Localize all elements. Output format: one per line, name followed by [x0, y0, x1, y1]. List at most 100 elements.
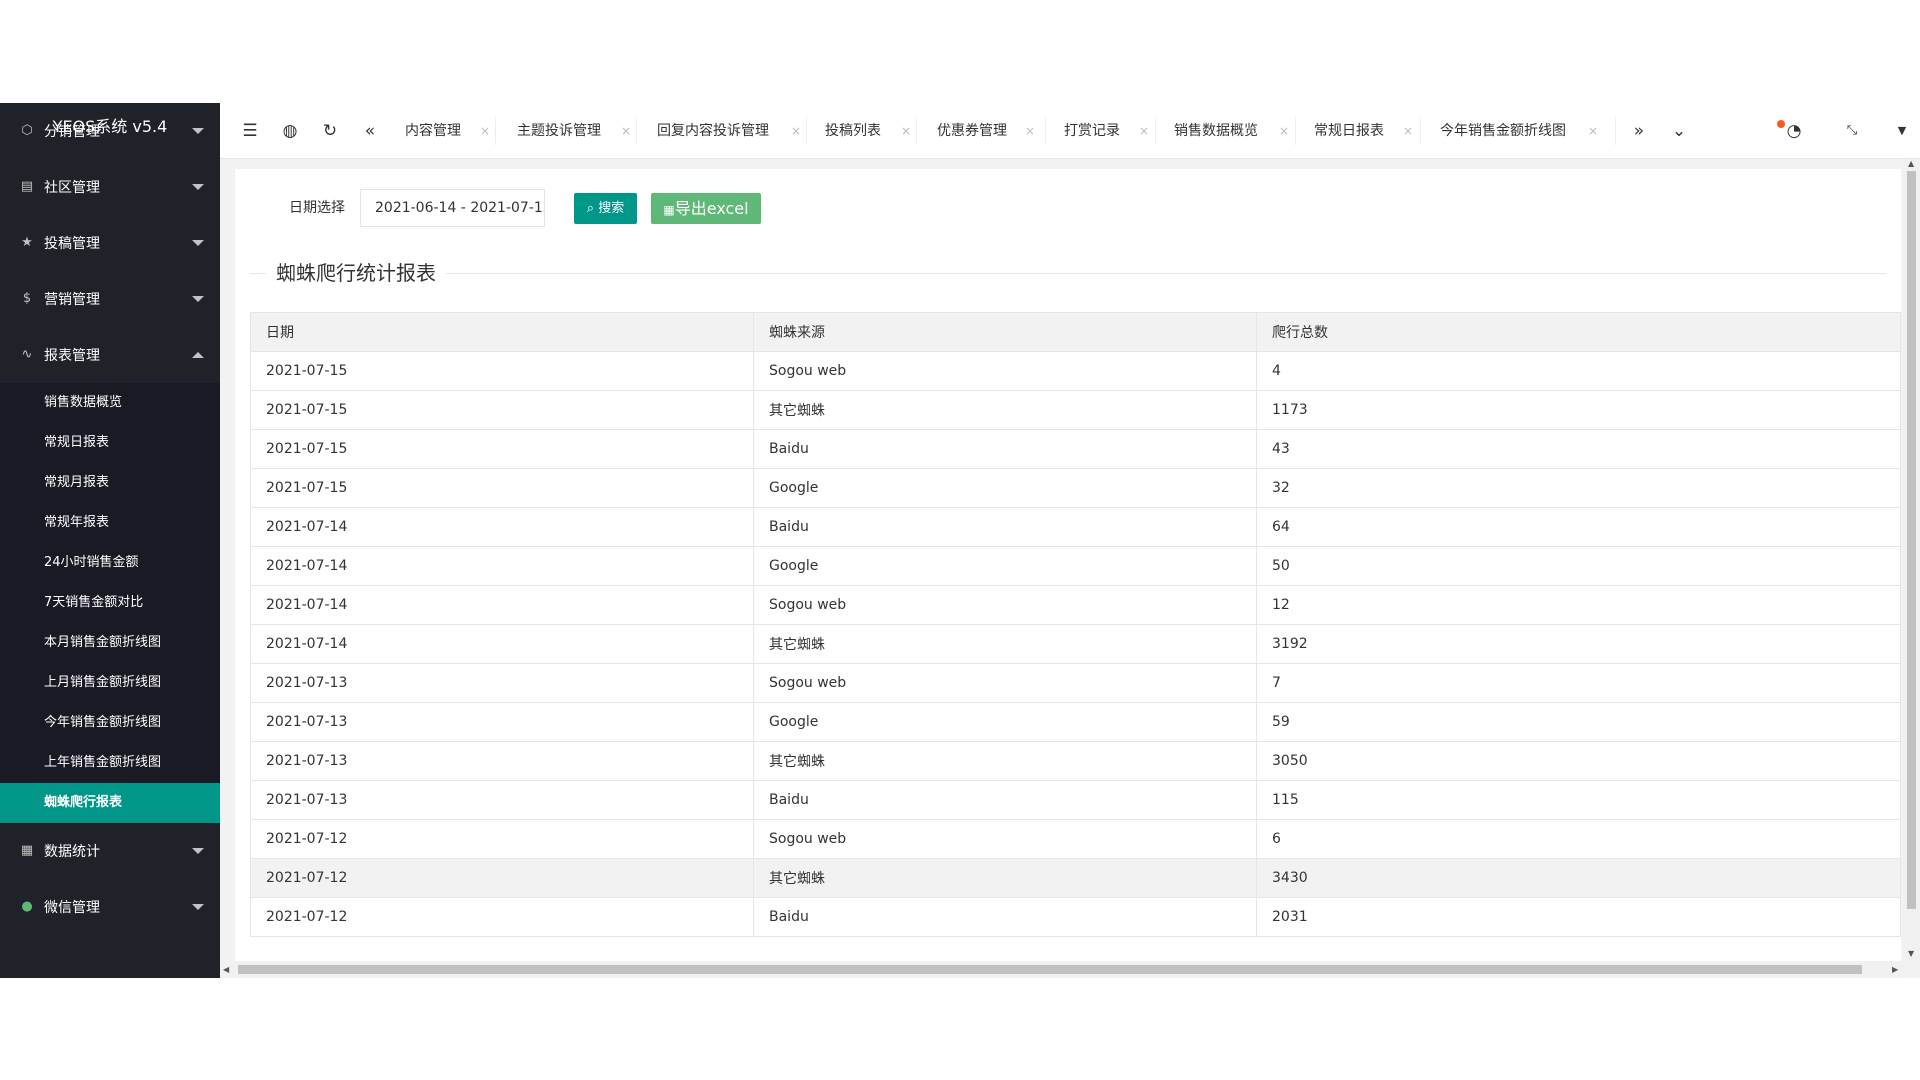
sidebar-item-this-month-chart[interactable]: 本月销售金额折线图: [0, 623, 220, 663]
globe-icon[interactable]: ◍: [276, 117, 304, 145]
table-row[interactable]: 2021-07-12 其它蜘蛛 3430: [250, 858, 1901, 898]
horizontal-scrollbar[interactable]: ◀ ▶: [220, 961, 1903, 978]
table-row[interactable]: 2021-07-15 Baidu 43: [250, 429, 1901, 469]
table-header-row: 日期 蜘蛛来源 爬行总数: [250, 312, 1901, 352]
tabs-scroll-right-icon[interactable]: »: [1625, 117, 1653, 145]
vertical-scrollbar[interactable]: ▲ ▼: [1903, 159, 1920, 961]
column-header-date[interactable]: 日期: [250, 312, 754, 352]
table-row[interactable]: 2021-07-13 Baidu 115: [250, 780, 1901, 820]
sidebar-group-statistics[interactable]: ▦ 数据统计: [0, 823, 220, 879]
search-button-label: 搜索: [598, 201, 625, 216]
close-icon[interactable]: ×: [480, 103, 490, 159]
sidebar-item-sales-overview[interactable]: 销售数据概览: [0, 383, 220, 423]
column-header-source[interactable]: 蜘蛛来源: [753, 312, 1257, 352]
top-tab-bar: ☰ ◍ ↻ « 内容管理 × 主题投诉管理 × 回复内容投诉管理 × 投稿列表 …: [220, 103, 1920, 159]
cell-total: 2031: [1256, 897, 1901, 937]
sidebar-group-community[interactable]: ▤ 社区管理: [0, 159, 220, 215]
table-row[interactable]: 2021-07-14 Baidu 64: [250, 507, 1901, 547]
cell-total: 3430: [1256, 858, 1901, 898]
scroll-up-arrow-icon[interactable]: ▲: [1908, 159, 1914, 168]
tab-divider: [1295, 117, 1296, 145]
cell-date: 2021-07-15: [250, 429, 754, 469]
cell-date: 2021-07-15: [250, 468, 754, 508]
tabs-scroll-left-icon[interactable]: «: [356, 117, 384, 145]
tab-topic-complaints[interactable]: 主题投诉管理 ×: [517, 103, 631, 159]
tab-content-management[interactable]: 内容管理 ×: [405, 103, 490, 159]
sidebar-item-yearly-report[interactable]: 常规年报表: [0, 503, 220, 543]
date-range-input[interactable]: [360, 189, 545, 227]
search-button[interactable]: ⌕ 搜索: [574, 193, 637, 224]
table-row[interactable]: 2021-07-12 Baidu 2031: [250, 897, 1901, 937]
sidebar-group-marketing[interactable]: $ 营销管理: [0, 271, 220, 327]
tab-sales-overview[interactable]: 销售数据概览 ×: [1174, 103, 1289, 159]
close-icon[interactable]: ×: [791, 103, 801, 159]
vertical-scroll-thumb[interactable]: [1907, 171, 1916, 909]
user-menu-caret-icon[interactable]: ▼: [1888, 117, 1916, 145]
tab-divider: [1155, 117, 1156, 145]
column-header-total[interactable]: 爬行总数: [1256, 312, 1901, 352]
sidebar: YEOS系统 v5.4 ⬡ 分销管理 ▤ 社区管理 ★ 投稿管理 $ 营销管理 …: [0, 103, 220, 978]
sidebar-group-wechat[interactable]: ● 微信管理: [0, 879, 220, 935]
tab-daily-report[interactable]: 常规日报表 ×: [1314, 103, 1413, 159]
table-row[interactable]: 2021-07-14 其它蜘蛛 3192: [250, 624, 1901, 664]
menu-toggle-icon[interactable]: ☰: [236, 117, 264, 145]
refresh-icon[interactable]: ↻: [316, 117, 344, 145]
cell-source: Baidu: [753, 897, 1257, 937]
scroll-down-arrow-icon[interactable]: ▼: [1908, 949, 1914, 958]
horizontal-scroll-thumb[interactable]: [238, 965, 1862, 974]
sidebar-item-this-year-chart[interactable]: 今年销售金额折线图: [0, 703, 220, 743]
close-icon[interactable]: ×: [621, 103, 631, 159]
scroll-left-arrow-icon[interactable]: ◀: [223, 965, 229, 974]
tab-this-year-chart[interactable]: 今年销售金额折线图 ×: [1440, 103, 1598, 159]
sidebar-item-last-month-chart[interactable]: 上月销售金额折线图: [0, 663, 220, 703]
table-row[interactable]: 2021-07-12 Sogou web 6: [250, 819, 1901, 859]
cell-date: 2021-07-13: [250, 741, 754, 781]
search-icon: ⌕: [586, 201, 595, 216]
table-row[interactable]: 2021-07-15 其它蜘蛛 1173: [250, 390, 1901, 430]
report-title: 蜘蛛爬行统计报表: [266, 261, 446, 285]
close-icon[interactable]: ×: [1139, 103, 1149, 159]
sidebar-group-submission[interactable]: ★ 投稿管理: [0, 215, 220, 271]
table-row[interactable]: 2021-07-13 其它蜘蛛 3050: [250, 741, 1901, 781]
star-icon: ★: [21, 235, 33, 250]
close-icon[interactable]: ×: [1588, 103, 1598, 159]
sidebar-item-last-year-chart[interactable]: 上年销售金额折线图: [0, 743, 220, 783]
close-icon[interactable]: ×: [901, 103, 911, 159]
chevron-down-icon: [192, 128, 204, 134]
table-row[interactable]: 2021-07-14 Sogou web 12: [250, 585, 1901, 625]
tab-reply-complaints[interactable]: 回复内容投诉管理 ×: [657, 103, 801, 159]
table-row[interactable]: 2021-07-14 Google 50: [250, 546, 1901, 586]
tab-reward-records[interactable]: 打赏记录 ×: [1064, 103, 1149, 159]
sidebar-item-daily-report[interactable]: 常规日报表: [0, 423, 220, 463]
sidebar-item-spider-report[interactable]: 蜘蛛爬行报表: [0, 783, 220, 823]
scroll-right-arrow-icon[interactable]: ▶: [1892, 965, 1898, 974]
sidebar-group-distribution[interactable]: ⬡ 分销管理: [0, 103, 220, 159]
table-row[interactable]: 2021-07-15 Sogou web 4: [250, 351, 1901, 391]
close-icon[interactable]: ×: [1025, 103, 1035, 159]
cell-total: 32: [1256, 468, 1901, 508]
chevron-down-icon: [192, 184, 204, 190]
cube-icon: ⬡: [21, 123, 33, 138]
sidebar-item-7day-compare[interactable]: 7天销售金额对比: [0, 583, 220, 623]
table-row[interactable]: 2021-07-13 Google 59: [250, 702, 1901, 742]
chevron-down-icon: [192, 240, 204, 246]
tab-submission-list[interactable]: 投稿列表 ×: [825, 103, 911, 159]
close-icon[interactable]: ×: [1279, 103, 1289, 159]
cell-date: 2021-07-14: [250, 585, 754, 625]
fullscreen-icon[interactable]: ⤡: [1838, 117, 1866, 145]
sidebar-group-reports[interactable]: ∿ 报表管理: [0, 327, 220, 383]
sidebar-item-24h-sales[interactable]: 24小时销售金额: [0, 543, 220, 583]
tab-divider: [495, 117, 496, 145]
tab-coupon-management[interactable]: 优惠券管理 ×: [937, 103, 1035, 159]
tabs-dropdown-icon[interactable]: ⌄: [1665, 117, 1693, 145]
cell-total: 4: [1256, 351, 1901, 391]
table-row[interactable]: 2021-07-15 Google 32: [250, 468, 1901, 508]
table-row[interactable]: 2021-07-13 Sogou web 7: [250, 663, 1901, 703]
app-shell: YEOS系统 v5.4 ⬡ 分销管理 ▤ 社区管理 ★ 投稿管理 $ 营销管理 …: [0, 103, 1920, 978]
chevron-down-icon: [192, 848, 204, 854]
theme-palette-icon[interactable]: ◔: [1780, 117, 1808, 145]
close-icon[interactable]: ×: [1403, 103, 1413, 159]
export-excel-button[interactable]: ▦导出excel: [651, 193, 761, 224]
sidebar-item-monthly-report[interactable]: 常规月报表: [0, 463, 220, 503]
cell-source: Sogou web: [753, 351, 1257, 391]
